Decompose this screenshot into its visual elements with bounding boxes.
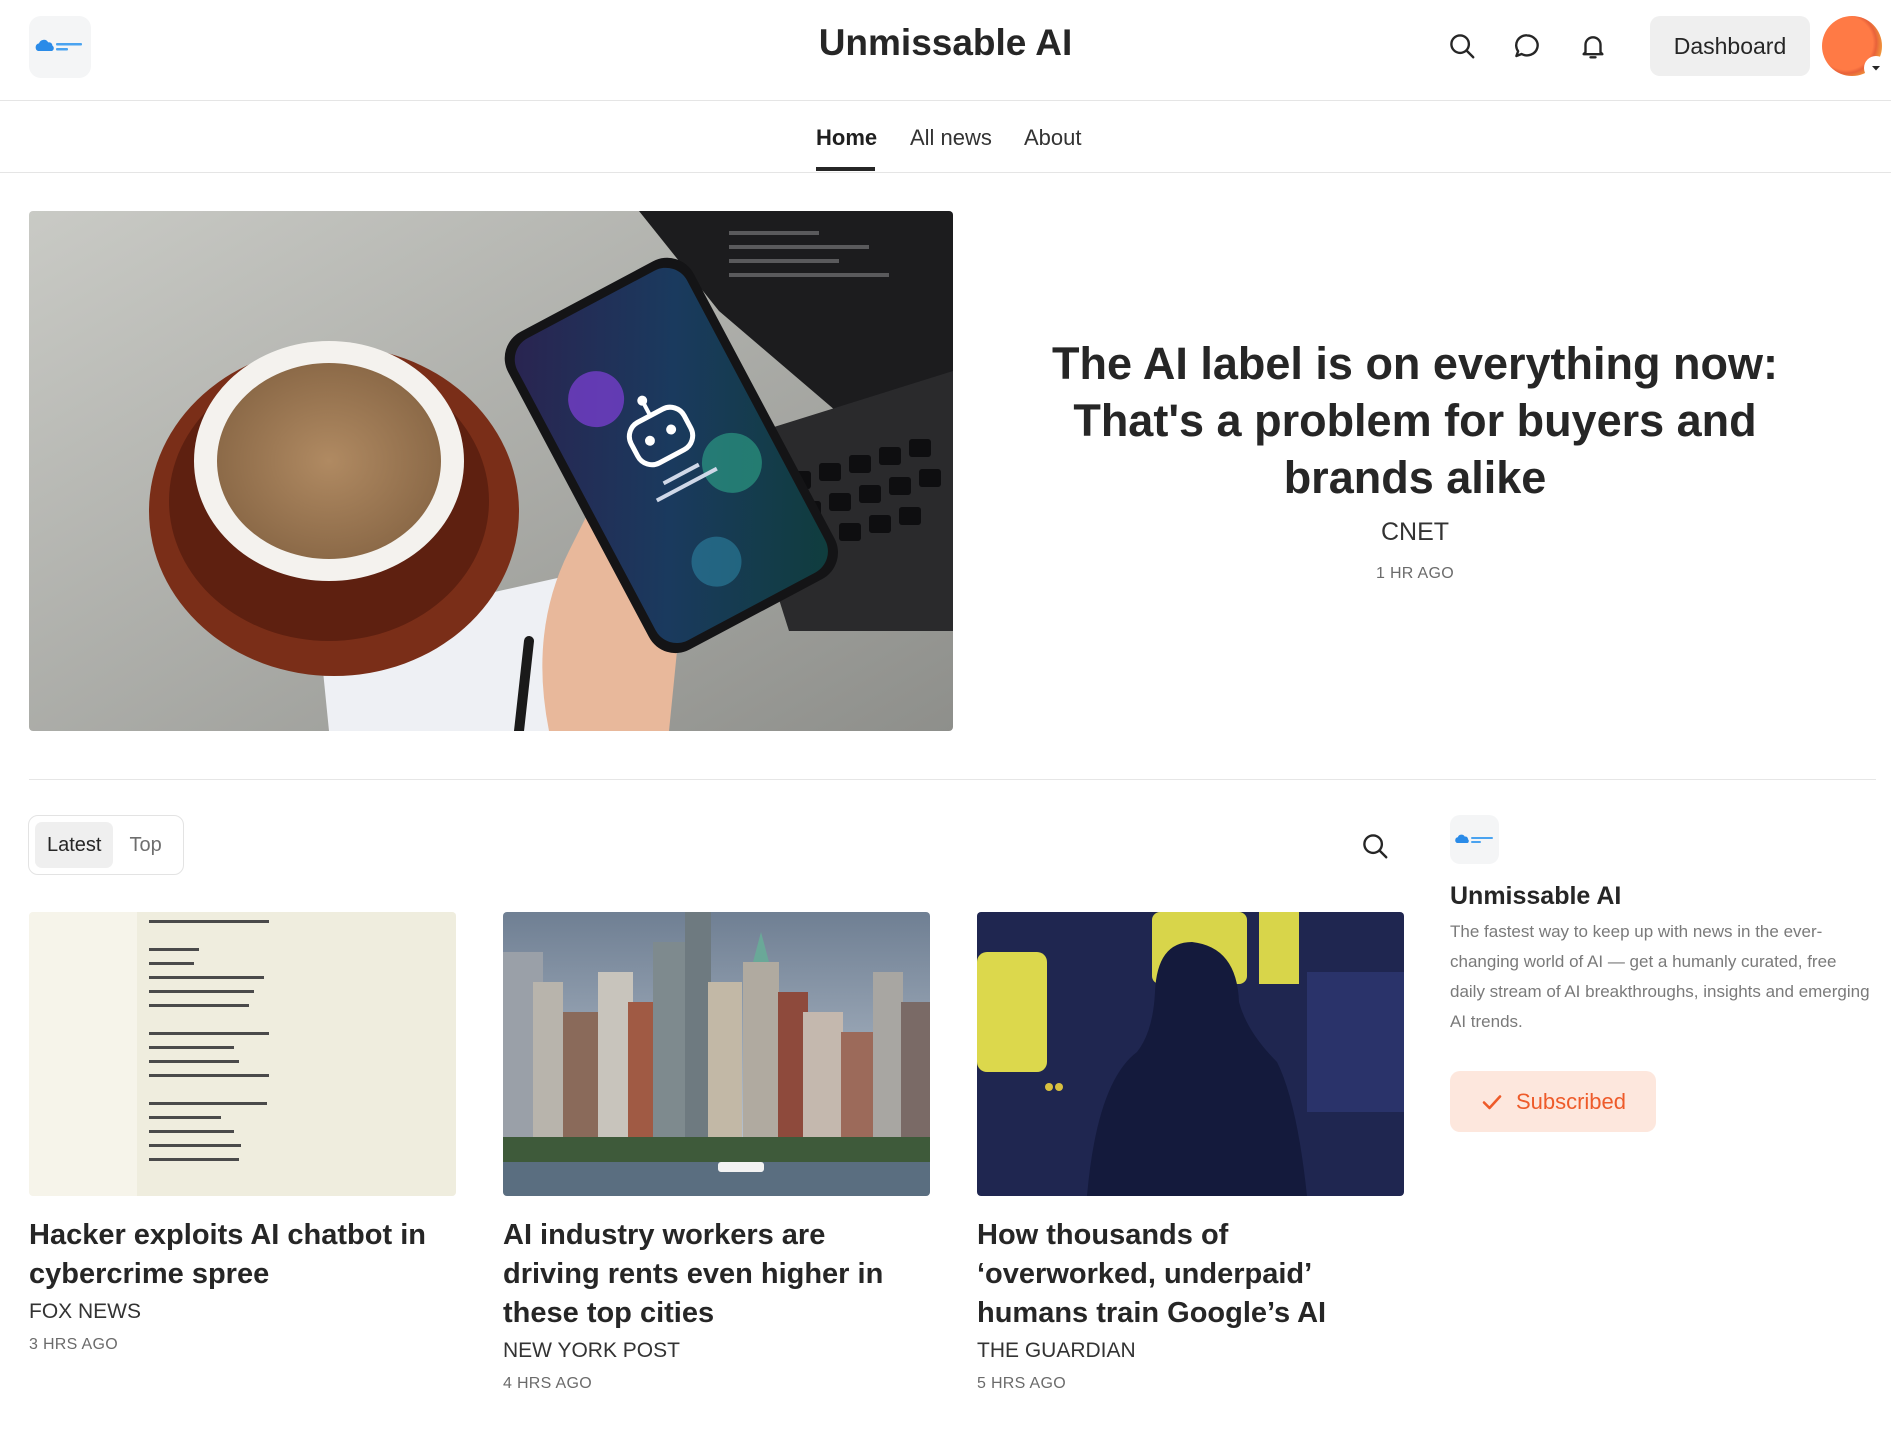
card-image[interactable] [977, 912, 1404, 1196]
card-headline[interactable]: How thousands of ‘overworked, underpaid’… [977, 1216, 1404, 1333]
checkmark-icon [1482, 1094, 1502, 1109]
card-source: THE GUARDIAN [977, 1339, 1136, 1362]
article-card[interactable]: How thousands of ‘overworked, underpaid’… [977, 912, 1404, 1393]
hero-image[interactable] [29, 211, 953, 731]
card-source: NEW YORK POST [503, 1339, 680, 1362]
chevron-down-icon [1864, 56, 1888, 80]
city-skyline-photo [503, 912, 930, 1196]
user-menu[interactable] [1822, 16, 1888, 80]
hero-article[interactable]: The AI label is on everything now: That'… [1040, 335, 1790, 583]
cloud-logo-icon [35, 39, 82, 51]
hero-source: CNET [1380, 518, 1450, 546]
card-image[interactable] [503, 912, 930, 1196]
section-divider [29, 779, 1876, 780]
site-logo[interactable] [29, 16, 91, 78]
dashboard-button[interactable]: Dashboard [1650, 16, 1810, 76]
tab-latest[interactable]: Latest [35, 822, 114, 868]
main-nav: Home All news About [0, 101, 1891, 173]
bell-icon [1582, 36, 1604, 59]
nav-home[interactable]: Home [816, 125, 877, 151]
messages-button[interactable] [1507, 26, 1547, 66]
feed-tabs: Latest Top [28, 815, 184, 875]
sidebar-title: Unmissable AI [1450, 882, 1622, 910]
subscribed-button[interactable]: Subscribed [1450, 1071, 1656, 1132]
cloud-logo-icon [1454, 834, 1493, 843]
sidebar-description: The fastest way to keep up with news in … [1450, 922, 1870, 1031]
nav-all-news[interactable]: All news [910, 125, 992, 151]
chat-bubble-icon [1515, 34, 1539, 58]
article-card[interactable]: Hacker exploits AI chatbot in cybercrime… [29, 912, 456, 1354]
search-icon [1450, 34, 1475, 59]
card-source: FOX NEWS [29, 1300, 142, 1323]
card-timestamp: 4 HRS AGO [503, 1375, 592, 1392]
nav-about[interactable]: About [1024, 125, 1082, 151]
document-profit-plan-photo [29, 912, 456, 1196]
card-headline[interactable]: Hacker exploits AI chatbot in cybercrime… [29, 1216, 456, 1294]
active-tab-indicator [816, 167, 875, 171]
hero-headline[interactable]: The AI label is on everything now: That'… [1040, 335, 1790, 506]
card-image[interactable] [29, 912, 456, 1196]
article-card[interactable]: AI industry workers are driving rents ev… [503, 912, 930, 1393]
sidebar-logo[interactable] [1450, 815, 1499, 864]
phone-ai-chatbot-coffee-photo [29, 211, 953, 731]
card-timestamp: 5 HRS AGO [977, 1375, 1066, 1392]
header-search-button[interactable] [1442, 26, 1482, 66]
subscribed-label: Subscribed [1515, 1088, 1627, 1114]
silhouette-at-window-illustration [977, 912, 1404, 1196]
search-icon [1363, 834, 1388, 859]
hero-timestamp: 1 HR AGO [1376, 565, 1454, 582]
tab-top[interactable]: Top [117, 822, 173, 868]
feed-search-button[interactable] [1355, 826, 1395, 866]
card-headline[interactable]: AI industry workers are driving rents ev… [503, 1216, 930, 1333]
card-timestamp: 3 HRS AGO [29, 1336, 118, 1353]
top-header: Unmissable AI Dashboard [0, 0, 1891, 101]
notifications-button[interactable] [1573, 26, 1613, 66]
